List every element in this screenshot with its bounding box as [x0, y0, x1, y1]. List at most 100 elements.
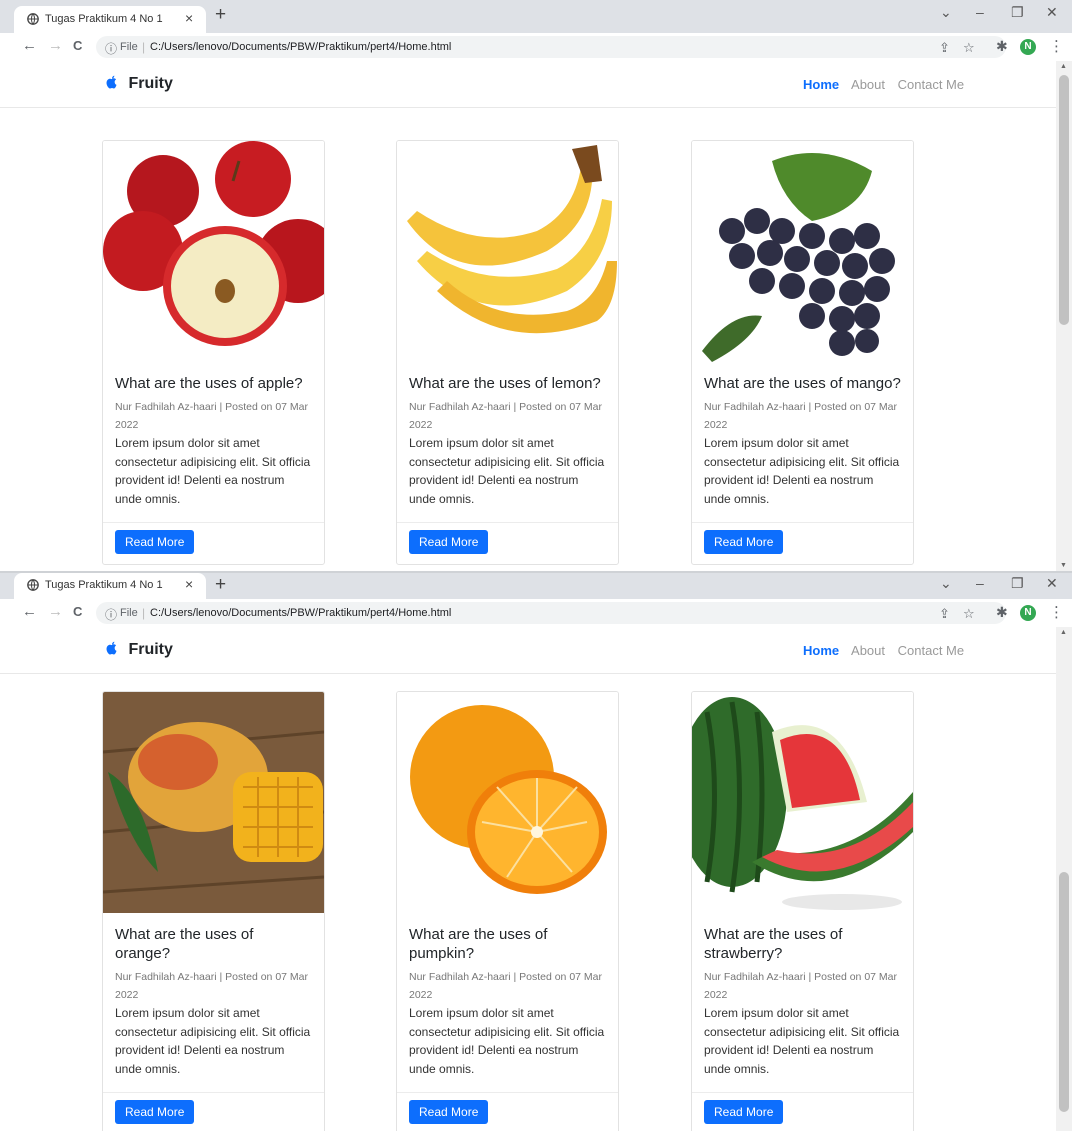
card-meta: Nur Fadhilah Az-haari | Posted on 07 Mar… — [704, 971, 897, 1001]
card-mango: What are the uses of mango? Nur Fadhilah… — [691, 140, 914, 565]
card-meta: Nur Fadhilah Az-haari | Posted on 07 Mar… — [704, 401, 897, 431]
share-icon[interactable]: ⇪ — [939, 606, 950, 622]
card-text: Lorem ipsum dolor sit amet consectetur a… — [115, 436, 311, 506]
back-button[interactable]: ← — [22, 603, 37, 620]
share-icon[interactable]: ⇪ — [939, 40, 950, 56]
card-text: Lorem ipsum dolor sit amet consectetur a… — [704, 436, 900, 506]
scrollbar-thumb[interactable] — [1059, 75, 1069, 325]
nav-link-about[interactable]: About — [851, 643, 885, 658]
card-footer: Read More — [692, 1092, 913, 1131]
card-lemon: What are the uses of lemon? Nur Fadhilah… — [396, 140, 619, 565]
tab-strip: Tugas Praktikum 4 No 1 × + ⌄ – ❐ ✕ — [0, 573, 1072, 599]
card-title[interactable]: What are the uses of mango? — [704, 374, 901, 393]
bookmark-star-icon[interactable]: ☆ — [963, 606, 975, 622]
info-icon[interactable]: ⓘ — [105, 40, 117, 57]
scroll-down-icon[interactable]: ▼ — [1060, 562, 1067, 569]
scrollbar[interactable]: ▲ — [1056, 627, 1072, 1131]
nav-link-contact[interactable]: Contact Me — [898, 643, 964, 658]
card-meta: Nur Fadhilah Az-haari | Posted on 07 Mar… — [115, 401, 308, 431]
url-scheme: File — [120, 607, 138, 619]
browser-tab[interactable]: Tugas Praktikum 4 No 1 × — [14, 573, 206, 599]
card-footer: Read More — [397, 1092, 618, 1131]
restore-button[interactable]: ❐ — [1011, 575, 1024, 592]
address-bar[interactable]: ⓘ File | C:/Users/lenovo/Documents/PBW/P… — [96, 602, 1006, 624]
read-more-button[interactable]: Read More — [409, 530, 489, 554]
close-tab-icon[interactable]: × — [185, 10, 193, 26]
scroll-up-icon[interactable]: ▲ — [1060, 63, 1067, 70]
card-text: Lorem ipsum dolor sit amet consectetur a… — [409, 436, 605, 506]
card-meta: Nur Fadhilah Az-haari | Posted on 07 Mar… — [409, 401, 602, 431]
url-text[interactable]: C:/Users/lenovo/Documents/PBW/Praktikum/… — [150, 41, 451, 53]
new-tab-button[interactable]: + — [215, 574, 226, 596]
card-title[interactable]: What are the uses of orange? — [115, 925, 312, 963]
globe-icon — [27, 579, 39, 591]
card-meta: Nur Fadhilah Az-haari | Posted on 07 Mar… — [409, 971, 602, 1001]
info-icon[interactable]: ⓘ — [105, 606, 117, 623]
card-meta: Nur Fadhilah Az-haari | Posted on 07 Mar… — [115, 971, 308, 1001]
read-more-button[interactable]: Read More — [704, 1100, 784, 1124]
close-tab-icon[interactable]: × — [185, 576, 193, 592]
read-more-button[interactable]: Read More — [409, 1100, 489, 1124]
card-orange: What are the uses of orange? Nur Fadhila… — [102, 691, 325, 1131]
minimize-button[interactable]: – — [976, 4, 984, 20]
back-button[interactable]: ← — [22, 37, 37, 54]
card-title[interactable]: What are the uses of strawberry? — [704, 925, 901, 963]
card-title[interactable]: What are the uses of lemon? — [409, 374, 606, 393]
page-viewport: Fruity Home About Contact Me What are th… — [0, 627, 1056, 1131]
tab-search-icon[interactable]: ⌄ — [940, 575, 952, 592]
banana-image — [397, 141, 618, 362]
close-window-button[interactable]: ✕ — [1046, 575, 1058, 592]
nav-link-contact[interactable]: Contact Me — [898, 77, 964, 92]
brand[interactable]: Fruity — [106, 75, 173, 93]
browser-tab[interactable]: Tugas Praktikum 4 No 1 × — [14, 6, 206, 33]
menu-icon[interactable]: ⋮ — [1049, 603, 1064, 621]
tab-title: Tugas Praktikum 4 No 1 — [45, 13, 163, 25]
page-viewport: Fruity Home About Contact Me What are th… — [0, 61, 1056, 571]
nav-link-home[interactable]: Home — [803, 643, 839, 658]
apple-logo-icon — [106, 641, 117, 655]
new-tab-button[interactable]: + — [215, 4, 226, 26]
orange-image — [397, 692, 618, 913]
card-title[interactable]: What are the uses of pumpkin? — [409, 925, 606, 963]
card-footer: Read More — [692, 522, 913, 564]
card-title[interactable]: What are the uses of apple? — [115, 374, 312, 393]
forward-button[interactable]: → — [48, 603, 63, 620]
browser-toolbar: ← → C ⓘ File | C:/Users/lenovo/Documents… — [0, 33, 1072, 61]
extensions-icon[interactable]: ✱ — [996, 604, 1008, 621]
nav-link-home[interactable]: Home — [803, 77, 839, 92]
url-text[interactable]: C:/Users/lenovo/Documents/PBW/Praktikum/… — [150, 607, 451, 619]
forward-button[interactable]: → — [48, 37, 63, 54]
restore-button[interactable]: ❐ — [1011, 4, 1024, 21]
card-text: Lorem ipsum dolor sit amet consectetur a… — [409, 1006, 605, 1076]
read-more-button[interactable]: Read More — [704, 530, 784, 554]
tab-title: Tugas Praktikum 4 No 1 — [45, 579, 163, 591]
minimize-button[interactable]: – — [976, 575, 984, 591]
nav-link-about[interactable]: About — [851, 77, 885, 92]
read-more-button[interactable]: Read More — [115, 530, 195, 554]
bookmark-star-icon[interactable]: ☆ — [963, 40, 975, 56]
site-navbar: Fruity Home About Contact Me — [0, 627, 1056, 674]
tab-strip: Tugas Praktikum 4 No 1 × + ⌄ – ❐ ✕ — [0, 0, 1072, 33]
scrollbar-thumb[interactable] — [1059, 872, 1069, 1112]
address-bar[interactable]: ⓘ File | C:/Users/lenovo/Documents/PBW/P… — [96, 36, 1006, 58]
browser-toolbar: ← → C ⓘ File | C:/Users/lenovo/Documents… — [0, 599, 1072, 627]
globe-icon — [27, 13, 39, 25]
menu-icon[interactable]: ⋮ — [1049, 37, 1064, 55]
nav-links: Home About Contact Me — [803, 643, 973, 658]
grapes-image — [692, 141, 913, 362]
site-navbar: Fruity Home About Contact Me — [0, 61, 1056, 108]
profile-avatar[interactable]: N — [1020, 605, 1036, 621]
reload-button[interactable]: C — [73, 604, 82, 619]
card-footer: Read More — [397, 522, 618, 564]
close-window-button[interactable]: ✕ — [1046, 4, 1058, 21]
url-separator: | — [142, 40, 146, 54]
scrollbar[interactable]: ▲ ▼ — [1056, 61, 1072, 571]
reload-button[interactable]: C — [73, 38, 82, 53]
apple-logo-icon — [106, 75, 117, 89]
extensions-icon[interactable]: ✱ — [996, 38, 1008, 55]
read-more-button[interactable]: Read More — [115, 1100, 195, 1124]
tab-search-icon[interactable]: ⌄ — [940, 4, 952, 21]
profile-avatar[interactable]: N — [1020, 39, 1036, 55]
scroll-up-icon[interactable]: ▲ — [1060, 629, 1067, 636]
brand[interactable]: Fruity — [106, 641, 173, 659]
